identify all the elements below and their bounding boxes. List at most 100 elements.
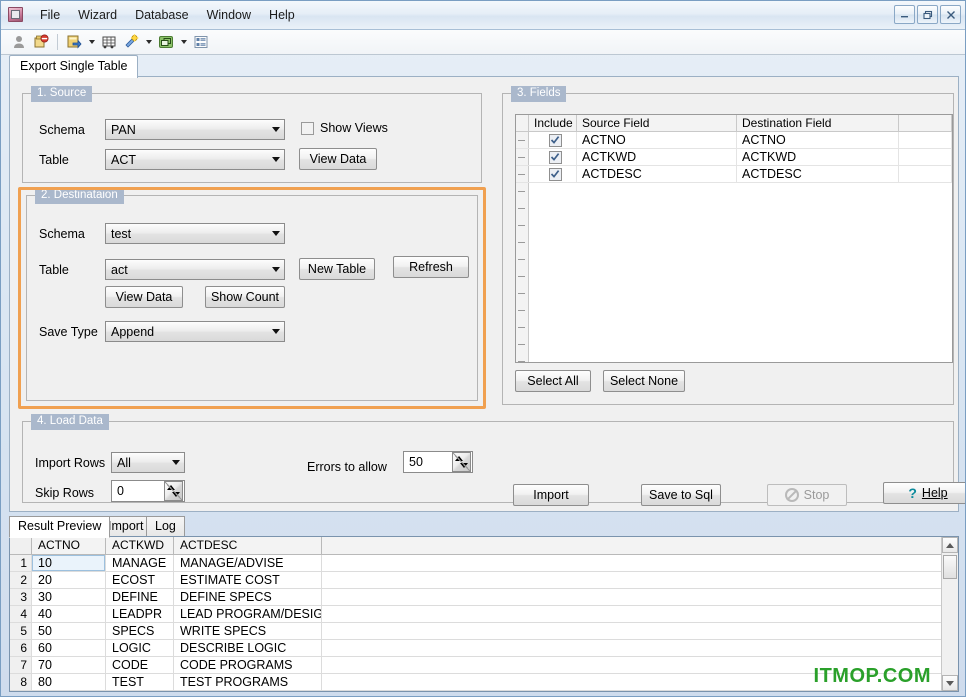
fields-row[interactable]: ACTDESC ACTDESC xyxy=(516,166,952,183)
select-all-button[interactable]: Select All xyxy=(515,370,591,392)
source-table-label: Table xyxy=(39,153,69,167)
grid-cell-filler xyxy=(322,674,942,690)
destination-table-combo[interactable]: act xyxy=(105,259,285,280)
grid-cell-actno[interactable]: 20 xyxy=(32,572,106,588)
fields-row[interactable]: ACTNO ACTNO xyxy=(516,132,952,149)
import-button[interactable]: Import xyxy=(513,484,589,506)
source-schema-combo[interactable]: PAN xyxy=(105,119,285,140)
grid-cell-actkwd[interactable]: TEST xyxy=(106,674,174,690)
grid-rownum: 6 xyxy=(10,640,32,656)
menu-item-wizard[interactable]: Wizard xyxy=(69,4,126,26)
errors-to-allow-spinner[interactable]: 50 xyxy=(403,451,473,473)
grid-row[interactable]: 6 60 LOGIC DESCRIBE LOGIC xyxy=(10,640,942,657)
grid-cell-actdesc[interactable]: WRITE SPECS xyxy=(174,623,322,639)
grid-table-icon[interactable] xyxy=(99,32,119,52)
wand-icon[interactable] xyxy=(121,32,141,52)
grid-row[interactable]: 3 30 DEFINE DEFINE SPECS xyxy=(10,589,942,606)
show-views-checkbox[interactable]: Show Views xyxy=(301,121,388,135)
grid-cell-actkwd[interactable]: SPECS xyxy=(106,623,174,639)
stop-button[interactable]: Stop xyxy=(767,484,847,506)
menu-item-file[interactable]: File xyxy=(31,4,69,26)
spinner-buttons-icon[interactable] xyxy=(452,452,471,472)
minimize-button[interactable] xyxy=(894,5,915,24)
window-dropdown-arrow-icon[interactable] xyxy=(178,32,189,52)
grid-row[interactable]: 7 70 CODE CODE PROGRAMS xyxy=(10,657,942,674)
grid-row[interactable]: 2 20 ECOST ESTIMATE COST xyxy=(10,572,942,589)
wand-dropdown-arrow-icon[interactable] xyxy=(143,32,154,52)
grid-cell-actkwd[interactable]: ECOST xyxy=(106,572,174,588)
grid-cell-actno[interactable]: 50 xyxy=(32,623,106,639)
fields-table[interactable]: Include Source Field Destination Field A… xyxy=(515,114,953,363)
grid-cell-actkwd[interactable]: MANAGE xyxy=(106,555,174,571)
export-dropdown-arrow-icon[interactable] xyxy=(86,32,97,52)
scrollbar-thumb[interactable] xyxy=(943,555,957,579)
grid-cell-actdesc[interactable]: TEST PROGRAMS xyxy=(174,674,322,690)
grid-cell-actno[interactable]: 30 xyxy=(32,589,106,605)
grid-col-actno[interactable]: ACTNO xyxy=(32,537,106,554)
fields-empty-row xyxy=(516,319,952,336)
fields-empty-row xyxy=(516,302,952,319)
window-green-icon[interactable] xyxy=(156,32,176,52)
menu-item-window[interactable]: Window xyxy=(198,4,260,26)
grid-cell-actno[interactable]: 60 xyxy=(32,640,106,656)
fields-include-checkbox[interactable] xyxy=(529,149,577,165)
grid-cell-actdesc[interactable]: MANAGE/ADVISE xyxy=(174,555,322,571)
tab-export-single-table[interactable]: Export Single Table xyxy=(9,55,139,78)
grid-cell-actdesc[interactable]: DEFINE SPECS xyxy=(174,589,322,605)
list-details-icon[interactable] xyxy=(191,32,211,52)
tab-log[interactable]: Log xyxy=(146,516,185,538)
grid-cell-actno[interactable]: 10 xyxy=(32,555,106,571)
grid-row[interactable]: 1 10 MANAGE MANAGE/ADVISE xyxy=(10,555,942,572)
export-database-icon[interactable] xyxy=(64,32,84,52)
grid-row[interactable]: 8 80 TEST TEST PROGRAMS xyxy=(10,674,942,691)
close-button[interactable] xyxy=(940,5,961,24)
grid-row[interactable]: 4 40 LEADPR LEAD PROGRAM/DESIGN xyxy=(10,606,942,623)
disconnect-icon[interactable] xyxy=(31,32,51,52)
grid-cell-actdesc[interactable]: ESTIMATE COST xyxy=(174,572,322,588)
grid-cell-actkwd[interactable]: LEADPR xyxy=(106,606,174,622)
import-rows-combo[interactable]: All xyxy=(111,452,185,473)
grid-vertical-scrollbar[interactable] xyxy=(941,537,958,691)
skip-rows-spinner[interactable]: 0 xyxy=(111,480,185,502)
grid-cell-filler xyxy=(322,657,942,673)
source-view-data-button[interactable]: View Data xyxy=(299,148,377,170)
grid-cell-actno[interactable]: 80 xyxy=(32,674,106,690)
grid-cell-actkwd[interactable]: DEFINE xyxy=(106,589,174,605)
checkbox-box xyxy=(301,121,314,135)
fields-col-end xyxy=(899,115,952,131)
fields-row[interactable]: ACTKWD ACTKWD xyxy=(516,149,952,166)
grid-cell-actdesc[interactable]: LEAD PROGRAM/DESIGN xyxy=(174,606,322,622)
grid-cell-actkwd[interactable]: CODE xyxy=(106,657,174,673)
scroll-up-icon[interactable] xyxy=(942,537,958,553)
destination-schema-combo[interactable]: test xyxy=(105,223,285,244)
fields-include-checkbox[interactable] xyxy=(529,132,577,148)
grid-cell-actkwd[interactable]: LOGIC xyxy=(106,640,174,656)
help-button[interactable]: ? Help xyxy=(883,482,965,504)
source-table-combo[interactable]: ACT xyxy=(105,149,285,170)
grid-cell-actdesc[interactable]: CODE PROGRAMS xyxy=(174,657,322,673)
grid-col-actkwd[interactable]: ACTKWD xyxy=(106,537,174,554)
title-menu-bar: File Wizard Database Window Help xyxy=(1,1,965,30)
grid-cell-actno[interactable]: 40 xyxy=(32,606,106,622)
save-to-sql-button[interactable]: Save to Sql xyxy=(641,484,721,506)
select-none-button[interactable]: Select None xyxy=(603,370,685,392)
spinner-buttons-icon[interactable] xyxy=(164,481,183,501)
destination-schema-value: test xyxy=(111,226,132,241)
grid-row[interactable]: 5 50 SPECS WRITE SPECS xyxy=(10,623,942,640)
menu-item-database[interactable]: Database xyxy=(126,4,198,26)
refresh-button[interactable]: Refresh xyxy=(393,256,469,278)
result-preview-grid[interactable]: ACTNO ACTKWD ACTDESC 1 10 MANAGE MANAGE/… xyxy=(9,536,959,692)
user-icon[interactable] xyxy=(9,32,29,52)
scroll-down-icon[interactable] xyxy=(942,675,958,691)
show-count-button[interactable]: Show Count xyxy=(205,286,285,308)
tab-result-preview[interactable]: Result Preview xyxy=(9,516,111,538)
menu-item-help[interactable]: Help xyxy=(260,4,304,26)
destination-view-data-button[interactable]: View Data xyxy=(105,286,183,308)
grid-cell-actno[interactable]: 70 xyxy=(32,657,106,673)
save-type-combo[interactable]: Append xyxy=(105,321,285,342)
new-table-button[interactable]: New Table xyxy=(299,258,375,280)
grid-col-actdesc[interactable]: ACTDESC xyxy=(174,537,322,554)
restore-button[interactable] xyxy=(917,5,938,24)
fields-include-checkbox[interactable] xyxy=(529,166,577,182)
grid-cell-actdesc[interactable]: DESCRIBE LOGIC xyxy=(174,640,322,656)
